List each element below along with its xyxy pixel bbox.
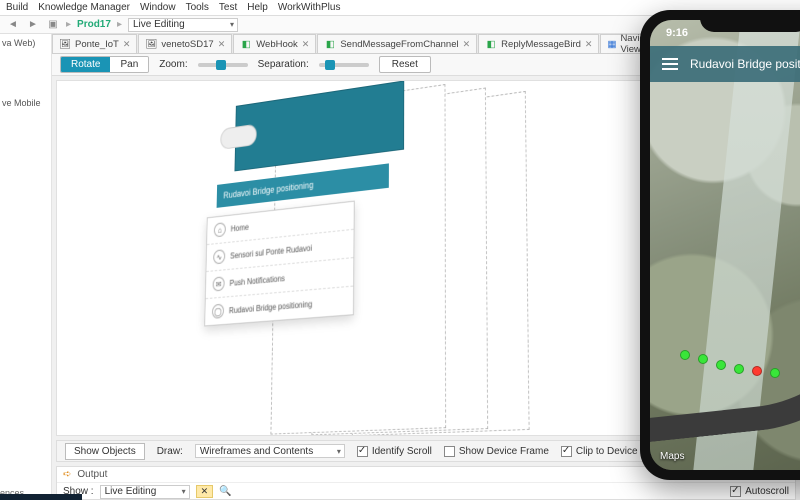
sensor-icon: ∿ [213,249,225,264]
phone-app-bar: Rudavoi Bridge positioning [650,46,800,82]
checkbox-icon[interactable] [444,446,455,457]
nav-back-icon[interactable]: ◄ [6,18,20,32]
sidebar-fragment-mobile: ve Mobile [2,98,49,108]
mock-title-text: Rudavoi Bridge positioning [223,180,313,201]
slider-thumb[interactable] [216,60,226,70]
proc-icon: ◧ [324,38,336,50]
slider-thumb[interactable] [325,60,335,70]
identify-scroll-option[interactable]: Identify Scroll [357,446,432,457]
show-objects-button[interactable]: Show Objects [65,443,145,460]
phone-screen: 9:16 Rudavoi Bridge positioning Maps [650,20,800,470]
option-label: Autoscroll [745,486,789,497]
mock-menu-label: Rudavoi Bridge positioning [229,299,312,315]
map-pin-icon: ◯ [212,304,224,319]
mock-menu-label: Sensori sul Ponte Rudavoi [230,243,312,260]
nav-fwd-icon[interactable]: ► [26,18,40,32]
mock-menu-label: Home [231,222,249,233]
output-filter-row: Show : Live Editing ✕ 🔍 Autoscroll [57,483,795,500]
nav-icon: ▦ [607,38,616,50]
image-icon: 🖼 [59,38,71,50]
draw-label: Draw: [157,446,183,457]
close-icon[interactable]: ✕ [302,39,310,50]
tab-label: WebHook [256,39,298,50]
breadcrumb-sep2: ▸ [117,19,122,30]
option-label: Identify Scroll [372,446,432,457]
checkbox-icon[interactable] [730,486,741,497]
zoom-label: Zoom: [159,59,187,70]
map-marker-green[interactable] [698,354,708,364]
zoom-slider[interactable] [198,63,248,67]
output-arrow-icon[interactable]: ➪ [63,469,71,480]
mock-menu-label: Push Notifications [229,273,284,287]
home-icon: ⌂ [214,222,226,237]
close-icon[interactable]: ✕ [463,39,471,50]
phone-app-title: Rudavoi Bridge positioning [690,57,800,71]
menu-test[interactable]: Test [219,2,237,13]
map-marker-green[interactable] [680,350,690,360]
tab-label: SendMessageFromChannel [340,39,458,50]
show-device-frame-option[interactable]: Show Device Frame [444,446,549,457]
map-marker-green[interactable] [716,360,726,370]
tab-ponte-iot[interactable]: 🖼 Ponte_IoT ✕ [52,34,137,53]
mock-menu[interactable]: ⌂ Home ∿ Sensori sul Ponte Rudavoi ✉ Pus… [204,201,355,327]
checkbox-icon[interactable] [561,446,572,457]
mode-segmented: Rotate Pan [60,56,149,73]
output-find-icon[interactable]: 🔍 [219,486,231,497]
output-clear-chip[interactable]: ✕ [196,485,214,498]
close-icon[interactable]: ✕ [123,39,131,50]
menu-window[interactable]: Window [140,2,176,13]
output-show-dropdown[interactable]: Live Editing [100,485,190,499]
status-time: 9:16 [650,27,688,39]
kb-icon: ▣ [46,18,60,32]
tab-sendmessage[interactable]: ◧ SendMessageFromChannel ✕ [317,34,477,53]
map-marker-green[interactable] [770,368,780,378]
bell-icon: ✉ [213,276,225,291]
close-icon[interactable]: ✕ [585,39,593,50]
menu-build[interactable]: Build [6,2,28,13]
pan-button[interactable]: Pan [110,57,148,72]
image-icon: 🖼 [145,38,157,50]
close-icon[interactable]: ✕ [218,39,226,50]
hamburger-icon[interactable] [662,58,678,70]
breadcrumb-kb[interactable]: Prod17 [77,19,111,30]
maps-attribution: Maps [660,451,684,462]
separation-label: Separation: [258,59,309,70]
tab-webhook[interactable]: ◧ WebHook ✕ [233,34,316,53]
phone-preview: 9:16 Rudavoi Bridge positioning Maps [640,10,800,480]
tab-label: ReplyMessageBird [501,39,581,50]
breadcrumb-current-dropdown[interactable]: Live Editing [128,18,238,32]
left-sidebar: va Web) ve Mobile [0,34,52,500]
rotate-button[interactable]: Rotate [61,57,110,72]
sidebar-fragment-web: va Web) [2,38,49,48]
output-title: Output [77,469,107,480]
tab-replymessagebird[interactable]: ◧ ReplyMessageBird ✕ [478,34,599,53]
proc-icon: ◧ [240,38,252,50]
draw-dropdown[interactable]: Wireframes and Contents [195,444,345,458]
layer-stack: Rudavoi Bridge positioning ⌂ Home ∿ Sens… [245,80,474,436]
menu-tools[interactable]: Tools [186,2,209,13]
menu-knowledge-manager[interactable]: Knowledge Manager [38,2,130,13]
phone-notch [700,10,800,32]
map-marker-green[interactable] [734,364,744,374]
map-background [650,20,800,470]
reset-button[interactable]: Reset [379,56,431,73]
tab-venetosd17[interactable]: 🖼 venetoSD17 ✕ [138,34,232,53]
checkbox-icon[interactable] [357,446,368,457]
bottom-strip [0,494,82,500]
map-marker-red[interactable] [752,366,762,376]
separation-slider[interactable] [319,63,369,67]
menu-workwithplus[interactable]: WorkWithPlus [278,2,341,13]
tab-label: venetoSD17 [161,39,213,50]
autoscroll-option[interactable]: Autoscroll [730,486,789,497]
option-label: Show Device Frame [459,446,549,457]
menu-help[interactable]: Help [247,2,268,13]
tab-label: Ponte_IoT [75,39,119,50]
breadcrumb-sep: ▸ [66,19,71,30]
road-curve [650,255,800,445]
proc-icon: ◧ [485,38,497,50]
